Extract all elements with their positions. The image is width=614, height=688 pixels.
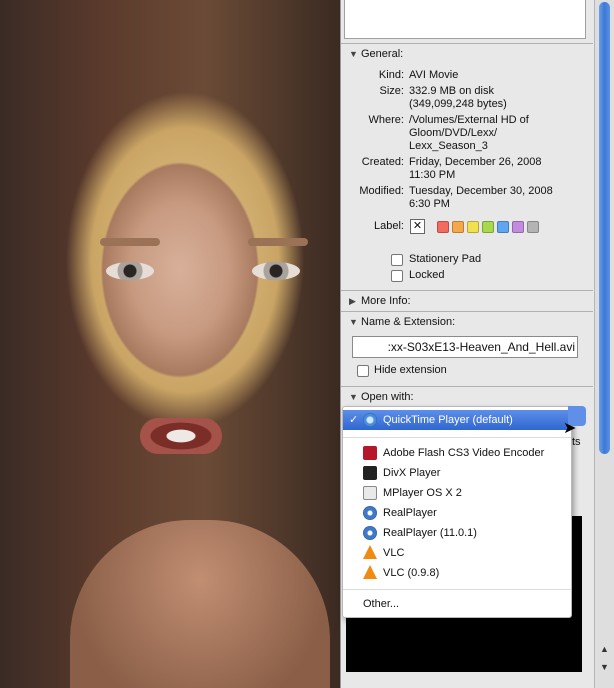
disclosure-open-icon[interactable]: ▼	[349, 387, 361, 407]
menu-item-label: Other...	[363, 598, 400, 610]
label-color-swatch[interactable]	[452, 221, 464, 233]
menu-item-vlc-098[interactable]: VLC (0.9.8)	[343, 563, 571, 583]
brow-shape	[248, 238, 308, 246]
eye-shape	[106, 262, 154, 280]
kind-label: Kind:	[378, 69, 404, 81]
section-title: Name & Extension:	[361, 316, 456, 328]
realplayer-icon	[363, 506, 377, 520]
filename-input[interactable]: :xx-S03xE13-Heaven_And_Hell.avi	[352, 336, 578, 358]
menu-item-realplayer-11[interactable]: RealPlayer (11.0.1)	[343, 523, 571, 543]
vlc-cone-icon	[363, 565, 377, 579]
disclosure-open-icon[interactable]: ▼	[349, 312, 361, 332]
section-title: More Info:	[361, 295, 411, 307]
adobe-flash-icon	[363, 446, 377, 460]
open-with-popup-menu[interactable]: ✓ QuickTime Player (default) Adobe Flash…	[342, 406, 572, 618]
section-title: Open with:	[361, 391, 414, 403]
hide-extension-label: Hide extension	[374, 364, 447, 376]
scroll-up-arrow-icon[interactable]: ▲	[598, 644, 611, 657]
label-label: Label:	[374, 220, 404, 232]
menu-item-label: VLC	[383, 547, 405, 559]
size-bytes: (349,099,248 bytes)	[409, 98, 507, 110]
general-section-header[interactable]: ▼ General:	[341, 43, 593, 64]
menu-item-mplayer[interactable]: MPlayer OS X 2	[343, 483, 571, 503]
menu-item-realplayer[interactable]: RealPlayer	[343, 503, 571, 523]
menu-separator	[343, 589, 571, 590]
created-date: Friday, December 26, 2008	[409, 156, 542, 168]
filename-text: :xx-S03xE13-Heaven_And_Hell.avi	[387, 340, 575, 354]
menu-item-label: MPlayer OS X 2	[383, 487, 462, 499]
label-none-button[interactable]: ✕	[410, 219, 425, 234]
stationery-pad-checkbox[interactable]	[391, 254, 403, 266]
menu-item-divx[interactable]: DivX Player	[343, 463, 571, 483]
kind-value: AVI Movie	[409, 69, 459, 81]
scrollbar-thumb[interactable]	[599, 2, 610, 454]
divx-icon	[363, 466, 377, 480]
where-label: Where:	[368, 114, 404, 126]
created-time: 11:30 PM	[409, 169, 456, 181]
where-line1: /Volumes/External HD of	[409, 114, 529, 126]
locked-label: Locked	[409, 269, 445, 281]
menu-item-adobe-flash[interactable]: Adobe Flash CS3 Video Encoder	[343, 443, 571, 463]
mplayer-icon	[363, 486, 377, 500]
realplayer-icon	[363, 526, 377, 540]
menu-item-label: RealPlayer (11.0.1)	[383, 527, 477, 539]
neck-shape	[70, 520, 330, 688]
disclosure-closed-icon[interactable]: ▶	[349, 291, 361, 311]
menu-item-label: Adobe Flash CS3 Video Encoder	[383, 447, 545, 459]
menu-item-label: RealPlayer	[383, 507, 437, 519]
size-value: 332.9 MB on disk	[409, 85, 494, 97]
section-title: General:	[361, 48, 404, 60]
label-color-swatch[interactable]	[497, 221, 509, 233]
video-frame-image	[0, 0, 340, 688]
disclosure-open-icon[interactable]: ▼	[349, 44, 361, 64]
modified-time: 6:30 PM	[409, 198, 450, 210]
created-label: Created:	[361, 156, 404, 168]
open-with-section-header[interactable]: ▼ Open with:	[341, 386, 593, 407]
modified-label: Modified:	[359, 185, 404, 197]
modified-date: Tuesday, December 30, 2008	[409, 185, 553, 197]
brow-shape	[100, 238, 160, 246]
quicktime-icon	[363, 413, 377, 427]
name-extension-section-header[interactable]: ▼ Name & Extension:	[341, 311, 593, 332]
vlc-cone-icon	[363, 545, 377, 559]
label-color-swatch[interactable]	[467, 221, 479, 233]
menu-separator	[343, 437, 571, 438]
stationery-pad-label: Stationery Pad	[409, 253, 482, 265]
label-color-swatch[interactable]	[482, 221, 494, 233]
size-label: Size:	[379, 85, 404, 97]
menu-item-quicktime-selected[interactable]: ✓ QuickTime Player (default)	[343, 410, 571, 430]
mouse-pointer-icon: ➤	[563, 420, 577, 437]
scroll-down-arrow-icon[interactable]: ▼	[598, 662, 611, 675]
checkmark-icon: ✓	[349, 414, 359, 426]
menu-item-other[interactable]: Other...	[343, 594, 571, 614]
menu-item-label: QuickTime Player (default)	[383, 414, 513, 426]
hide-extension-checkbox[interactable]	[357, 365, 369, 377]
label-color-swatch[interactable]	[437, 221, 449, 233]
menu-item-vlc[interactable]: VLC	[343, 543, 571, 563]
mouth-shape	[140, 418, 222, 454]
menu-item-label: DivX Player	[383, 467, 441, 479]
label-color-swatch[interactable]	[527, 221, 539, 233]
vertical-scrollbar[interactable]: ▲ ▼	[594, 0, 614, 688]
locked-checkbox[interactable]	[391, 270, 403, 282]
label-color-swatch[interactable]	[512, 221, 524, 233]
where-line2: Gloom/DVD/Lexx/	[409, 127, 498, 139]
eye-shape	[252, 262, 300, 280]
more-info-section-header[interactable]: ▶ More Info:	[341, 290, 593, 311]
menu-item-label: VLC (0.9.8)	[383, 567, 440, 579]
where-line3: Lexx_Season_3	[409, 140, 488, 152]
spotlight-comments-field[interactable]	[344, 0, 586, 39]
